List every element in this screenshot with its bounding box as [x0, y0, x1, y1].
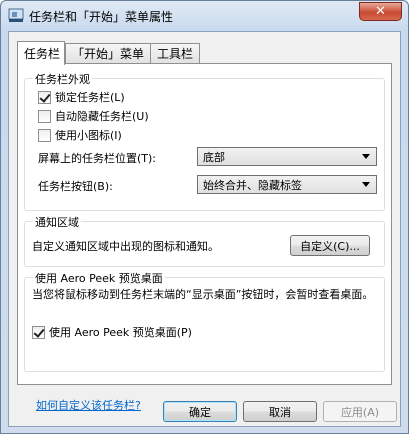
- aero-peek-description: 当您将鼠标移动到任务栏末端的“显示桌面”按钮时，会暂时查看桌面。: [32, 288, 374, 301]
- taskbar-properties-icon: [8, 8, 24, 22]
- lock-taskbar-label: 锁定任务栏(L): [55, 91, 125, 104]
- tab-toolbars[interactable]: 工具栏: [150, 43, 200, 63]
- tab-start-menu[interactable]: 「开始」菜单: [65, 43, 151, 63]
- title-bar[interactable]: 任务栏和「开始」菜单属性 ✕: [1, 1, 408, 31]
- use-aero-peek-label: 使用 Aero Peek 预览桌面(P): [49, 326, 192, 339]
- close-button[interactable]: ✕: [359, 2, 402, 21]
- checkbox-box[interactable]: [38, 128, 51, 142]
- properties-dialog: 任务栏和「开始」菜单属性 ✕ 任务栏 「开始」菜单 工具栏 任务栏外观 锁定任务…: [0, 0, 409, 434]
- group-notification-area: 通知区域 自定义通知区域中出现的图标和通知。 自定义(C)...: [24, 214, 385, 267]
- close-icon: ✕: [375, 4, 386, 19]
- taskbar-location-select[interactable]: 底部: [197, 147, 377, 166]
- small-icons-checkbox[interactable]: 使用小图标(I): [38, 127, 122, 143]
- chevron-down-icon: [362, 154, 370, 159]
- dialog-client-area: 任务栏 「开始」菜单 工具栏 任务栏外观 锁定任务栏(L) 自动隐藏任务栏(U)…: [8, 31, 401, 427]
- group-title-notification: 通知区域: [33, 214, 81, 230]
- help-link[interactable]: 如何自定义该任务栏?: [36, 397, 141, 413]
- chevron-down-icon: [362, 182, 370, 187]
- group-title-appearance: 任务栏外观: [33, 71, 92, 87]
- group-aero-peek: 使用 Aero Peek 预览桌面 当您将鼠标移动到任务栏末端的“显示桌面”按钮…: [24, 270, 385, 372]
- taskbar-buttons-label: 任务栏按钮(B):: [38, 180, 113, 193]
- window-title: 任务栏和「开始」菜单属性: [29, 10, 174, 24]
- tab-taskbar[interactable]: 任务栏: [17, 41, 65, 65]
- tab-panel-taskbar: 任务栏外观 锁定任务栏(L) 自动隐藏任务栏(U) 使用小图标(I) 屏幕上的任…: [17, 63, 392, 412]
- taskbar-location-label: 屏幕上的任务栏位置(T):: [38, 152, 157, 165]
- group-taskbar-appearance: 任务栏外观 锁定任务栏(L) 自动隐藏任务栏(U) 使用小图标(I) 屏幕上的任…: [24, 71, 385, 211]
- taskbar-location-value: 底部: [203, 150, 225, 164]
- checkbox-box[interactable]: [38, 109, 51, 123]
- ok-button[interactable]: 确定: [163, 401, 237, 422]
- small-icons-label: 使用小图标(I): [55, 129, 122, 142]
- customize-notification-button[interactable]: 自定义(C)...: [290, 235, 370, 256]
- taskbar-buttons-select[interactable]: 始终合并、隐藏标签: [197, 175, 377, 194]
- checkbox-box[interactable]: [38, 90, 51, 104]
- auto-hide-checkbox[interactable]: 自动隐藏任务栏(U): [38, 108, 149, 124]
- notification-description: 自定义通知区域中出现的图标和通知。: [32, 240, 219, 253]
- group-title-aero-peek: 使用 Aero Peek 预览桌面: [33, 270, 165, 286]
- use-aero-peek-checkbox[interactable]: 使用 Aero Peek 预览桌面(P): [32, 324, 192, 340]
- apply-button[interactable]: 应用(A): [323, 401, 397, 422]
- taskbar-buttons-value: 始终合并、隐藏标签: [203, 178, 302, 192]
- cancel-button[interactable]: 取消: [243, 401, 317, 422]
- auto-hide-label: 自动隐藏任务栏(U): [55, 110, 149, 123]
- lock-taskbar-checkbox[interactable]: 锁定任务栏(L): [38, 89, 125, 105]
- checkbox-box[interactable]: [32, 325, 45, 339]
